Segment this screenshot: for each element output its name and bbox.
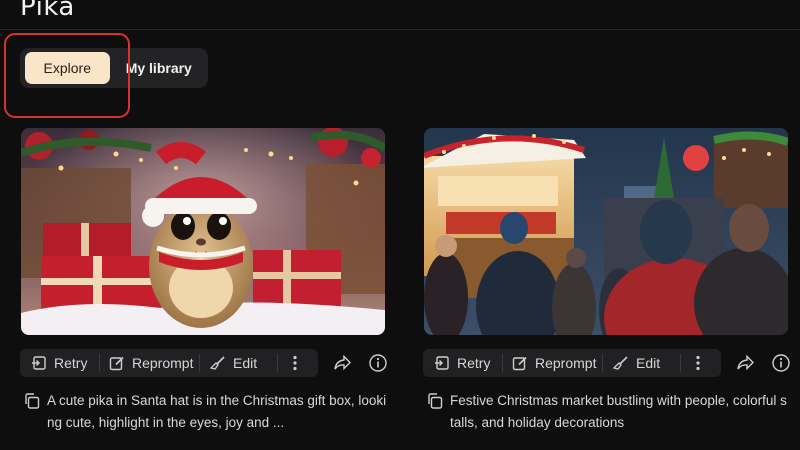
tab-my-library[interactable]: My library — [114, 52, 204, 84]
video-thumbnail-pika[interactable] — [21, 128, 385, 335]
card-actions: Retry Reprompt Edit — [423, 349, 800, 377]
action-bar: Retry Reprompt Edit — [20, 349, 318, 377]
prompt-text: A cute pika in Santa hat is in the Chris… — [47, 393, 387, 430]
card-actions: Retry Reprompt Edit — [20, 349, 402, 377]
more-options-button[interactable] — [278, 349, 318, 377]
prompt-text: Festive Christmas market bustling with p… — [450, 393, 787, 430]
edit-button[interactable]: Edit — [200, 349, 277, 377]
edit-button[interactable]: Edit — [603, 349, 680, 377]
share-icon[interactable] — [332, 353, 352, 373]
info-icon[interactable] — [368, 353, 388, 373]
retry-label: Retry — [54, 355, 88, 371]
share-icon[interactable] — [735, 353, 755, 373]
reprompt-icon — [512, 356, 527, 371]
retry-label: Retry — [457, 355, 491, 371]
reprompt-button[interactable]: Reprompt — [503, 349, 602, 377]
edit-label: Edit — [233, 355, 258, 371]
retry-button[interactable]: Retry — [20, 349, 99, 377]
more-vertical-icon — [292, 355, 297, 371]
tab-explore[interactable]: Explore — [25, 52, 110, 84]
reprompt-label: Reprompt — [132, 355, 194, 371]
retry-button[interactable]: Retry — [423, 349, 502, 377]
view-tabs: Explore My library — [20, 48, 208, 88]
video-card: Retry Reprompt Edit A cute pika in Santa… — [20, 128, 387, 430]
video-thumbnail-market[interactable] — [424, 128, 788, 335]
retry-icon — [32, 356, 46, 370]
prompt-description: Festive Christmas market bustling with p… — [424, 390, 800, 434]
info-icon[interactable] — [771, 353, 791, 373]
edit-brush-icon — [210, 356, 225, 370]
top-bar: Pika — [0, 0, 800, 30]
copy-icon[interactable] — [21, 392, 43, 410]
more-options-button[interactable] — [681, 349, 721, 377]
reprompt-button[interactable]: Reprompt — [100, 349, 199, 377]
edit-brush-icon — [613, 356, 628, 370]
retry-icon — [435, 356, 449, 370]
video-card: Retry Reprompt Edit Festive Christmas ma… — [423, 128, 790, 430]
reprompt-label: Reprompt — [535, 355, 597, 371]
more-vertical-icon — [695, 355, 700, 371]
reprompt-icon — [109, 356, 124, 371]
edit-label: Edit — [636, 355, 661, 371]
prompt-description: A cute pika in Santa hat is in the Chris… — [21, 390, 401, 434]
action-bar: Retry Reprompt Edit — [423, 349, 721, 377]
app-logo[interactable]: Pika — [20, 0, 75, 22]
copy-icon[interactable] — [424, 392, 446, 410]
